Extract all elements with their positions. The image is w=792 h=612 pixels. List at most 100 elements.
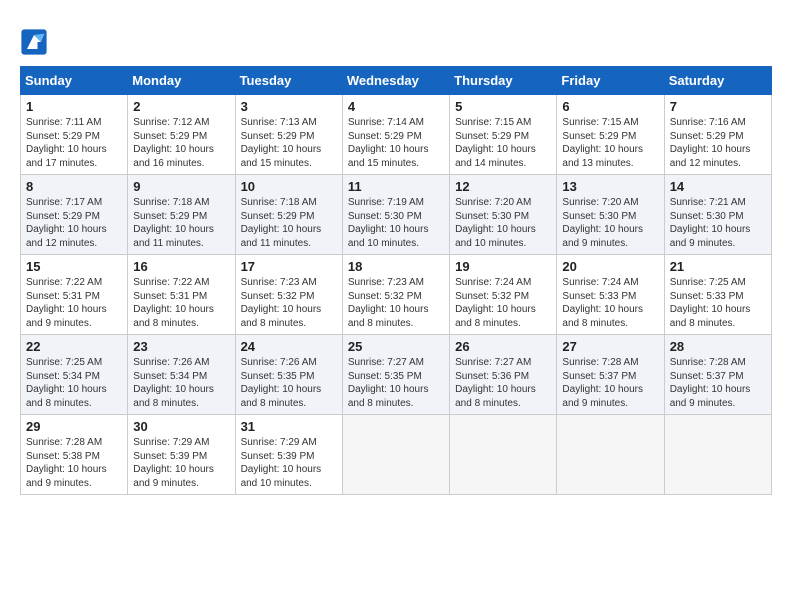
calendar-cell-empty [557,415,664,495]
logo-icon [20,28,48,56]
calendar-cell: 9 Sunrise: 7:18 AMSunset: 5:29 PMDaylight… [128,175,235,255]
day-number: 17 [241,259,337,274]
day-number: 28 [670,339,766,354]
day-number: 23 [133,339,229,354]
day-number: 24 [241,339,337,354]
day-number: 22 [26,339,122,354]
calendar-cell: 26 Sunrise: 7:27 AMSunset: 5:36 PMDayligh… [450,335,557,415]
calendar-week-row: 1 Sunrise: 7:11 AMSunset: 5:29 PMDaylight… [21,95,772,175]
calendar-cell: 8 Sunrise: 7:17 AMSunset: 5:29 PMDaylight… [21,175,128,255]
cell-info: Sunrise: 7:19 AMSunset: 5:30 PMDaylight:… [348,196,444,250]
calendar-cell: 14 Sunrise: 7:21 AMSunset: 5:30 PMDayligh… [664,175,771,255]
day-number: 29 [26,419,122,434]
calendar-cell: 29 Sunrise: 7:28 AMSunset: 5:38 PMDayligh… [21,415,128,495]
cell-info: Sunrise: 7:17 AMSunset: 5:29 PMDaylight:… [26,196,122,250]
calendar-week-row: 22 Sunrise: 7:25 AMSunset: 5:34 PMDayligh… [21,335,772,415]
calendar-cell: 7 Sunrise: 7:16 AMSunset: 5:29 PMDaylight… [664,95,771,175]
cell-info: Sunrise: 7:16 AMSunset: 5:29 PMDaylight:… [670,116,766,170]
calendar-cell: 28 Sunrise: 7:28 AMSunset: 5:37 PMDayligh… [664,335,771,415]
day-number: 14 [670,179,766,194]
cell-info: Sunrise: 7:28 AMSunset: 5:37 PMDaylight:… [670,356,766,410]
day-number: 4 [348,99,444,114]
calendar-cell: 24 Sunrise: 7:26 AMSunset: 5:35 PMDayligh… [235,335,342,415]
day-number: 1 [26,99,122,114]
cell-info: Sunrise: 7:18 AMSunset: 5:29 PMDaylight:… [241,196,337,250]
cell-info: Sunrise: 7:14 AMSunset: 5:29 PMDaylight:… [348,116,444,170]
calendar-cell: 22 Sunrise: 7:25 AMSunset: 5:34 PMDayligh… [21,335,128,415]
logo [20,28,50,56]
cell-info: Sunrise: 7:27 AMSunset: 5:36 PMDaylight:… [455,356,551,410]
cell-info: Sunrise: 7:23 AMSunset: 5:32 PMDaylight:… [241,276,337,330]
cell-info: Sunrise: 7:28 AMSunset: 5:37 PMDaylight:… [562,356,658,410]
day-number: 7 [670,99,766,114]
day-number: 15 [26,259,122,274]
calendar-cell: 21 Sunrise: 7:25 AMSunset: 5:33 PMDayligh… [664,255,771,335]
calendar-cell: 2Sunrise: 7:12 AMSunset: 5:29 PMDaylight… [128,95,235,175]
cell-info: Sunrise: 7:18 AMSunset: 5:29 PMDaylight:… [133,196,229,250]
day-number: 6 [562,99,658,114]
day-header-tuesday: Tuesday [235,67,342,95]
day-number: 8 [26,179,122,194]
calendar-cell: 3 Sunrise: 7:13 AMSunset: 5:29 PMDaylight… [235,95,342,175]
day-header-sunday: Sunday [21,67,128,95]
calendar-cell: 20Sunrise: 7:24 AMSunset: 5:33 PMDayligh… [557,255,664,335]
calendar-cell: 30 Sunrise: 7:29 AMSunset: 5:39 PMDayligh… [128,415,235,495]
cell-info: Sunrise: 7:22 AMSunset: 5:31 PMDaylight:… [133,276,229,330]
cell-info: Sunrise: 7:22 AMSunset: 5:31 PMDaylight:… [26,276,122,330]
day-number: 26 [455,339,551,354]
day-header-thursday: Thursday [450,67,557,95]
calendar-week-row: 29 Sunrise: 7:28 AMSunset: 5:38 PMDayligh… [21,415,772,495]
calendar-cell: 10 Sunrise: 7:18 AMSunset: 5:29 PMDayligh… [235,175,342,255]
calendar-cell: 12 Sunrise: 7:20 AMSunset: 5:30 PMDayligh… [450,175,557,255]
cell-info: Sunrise: 7:26 AMSunset: 5:34 PMDaylight:… [133,356,229,410]
calendar-cell-empty [342,415,449,495]
cell-info: Sunrise: 7:25 AMSunset: 5:34 PMDaylight:… [26,356,122,410]
cell-info: Sunrise: 7:13 AMSunset: 5:29 PMDaylight:… [241,116,337,170]
cell-info: Sunrise: 7:27 AMSunset: 5:35 PMDaylight:… [348,356,444,410]
cell-info: Sunrise: 7:11 AMSunset: 5:29 PMDaylight:… [26,116,122,170]
cell-info: Sunrise: 7:20 AMSunset: 5:30 PMDaylight:… [455,196,551,250]
day-number: 27 [562,339,658,354]
day-number: 11 [348,179,444,194]
day-number: 20 [562,259,658,274]
day-number: 10 [241,179,337,194]
cell-info: Sunrise: 7:29 AMSunset: 5:39 PMDaylight:… [241,436,337,490]
calendar-cell: 27 Sunrise: 7:28 AMSunset: 5:37 PMDayligh… [557,335,664,415]
cell-info: Sunrise: 7:23 AMSunset: 5:32 PMDaylight:… [348,276,444,330]
day-header-monday: Monday [128,67,235,95]
day-number: 3 [241,99,337,114]
day-number: 30 [133,419,229,434]
day-number: 5 [455,99,551,114]
cell-info: Sunrise: 7:26 AMSunset: 5:35 PMDaylight:… [241,356,337,410]
day-number: 13 [562,179,658,194]
calendar-cell: 25Sunrise: 7:27 AMSunset: 5:35 PMDayligh… [342,335,449,415]
cell-info: Sunrise: 7:28 AMSunset: 5:38 PMDaylight:… [26,436,122,490]
calendar-cell: 5Sunrise: 7:15 AMSunset: 5:29 PMDaylight… [450,95,557,175]
calendar-cell-empty [450,415,557,495]
cell-info: Sunrise: 7:21 AMSunset: 5:30 PMDaylight:… [670,196,766,250]
calendar-cell: 11 Sunrise: 7:19 AMSunset: 5:30 PMDayligh… [342,175,449,255]
cell-info: Sunrise: 7:25 AMSunset: 5:33 PMDaylight:… [670,276,766,330]
calendar-cell: 1 Sunrise: 7:11 AMSunset: 5:29 PMDaylight… [21,95,128,175]
calendar-cell: 16 Sunrise: 7:22 AMSunset: 5:31 PMDayligh… [128,255,235,335]
cell-info: Sunrise: 7:29 AMSunset: 5:39 PMDaylight:… [133,436,229,490]
day-number: 18 [348,259,444,274]
calendar-table: SundayMondayTuesdayWednesdayThursdayFrid… [20,66,772,495]
day-number: 21 [670,259,766,274]
calendar-cell: 15 Sunrise: 7:22 AMSunset: 5:31 PMDayligh… [21,255,128,335]
day-header-saturday: Saturday [664,67,771,95]
cell-info: Sunrise: 7:20 AMSunset: 5:30 PMDaylight:… [562,196,658,250]
calendar-week-row: 8 Sunrise: 7:17 AMSunset: 5:29 PMDaylight… [21,175,772,255]
day-number: 9 [133,179,229,194]
cell-info: Sunrise: 7:12 AMSunset: 5:29 PMDaylight:… [133,116,229,170]
calendar-cell: 23 Sunrise: 7:26 AMSunset: 5:34 PMDayligh… [128,335,235,415]
calendar-cell: 17 Sunrise: 7:23 AMSunset: 5:32 PMDayligh… [235,255,342,335]
day-header-wednesday: Wednesday [342,67,449,95]
calendar-cell: 6Sunrise: 7:15 AMSunset: 5:29 PMDaylight… [557,95,664,175]
calendar-cell: 19Sunrise: 7:24 AMSunset: 5:32 PMDayligh… [450,255,557,335]
calendar-cell: 18 Sunrise: 7:23 AMSunset: 5:32 PMDayligh… [342,255,449,335]
page-header [20,20,772,56]
day-number: 12 [455,179,551,194]
day-number: 16 [133,259,229,274]
day-header-friday: Friday [557,67,664,95]
